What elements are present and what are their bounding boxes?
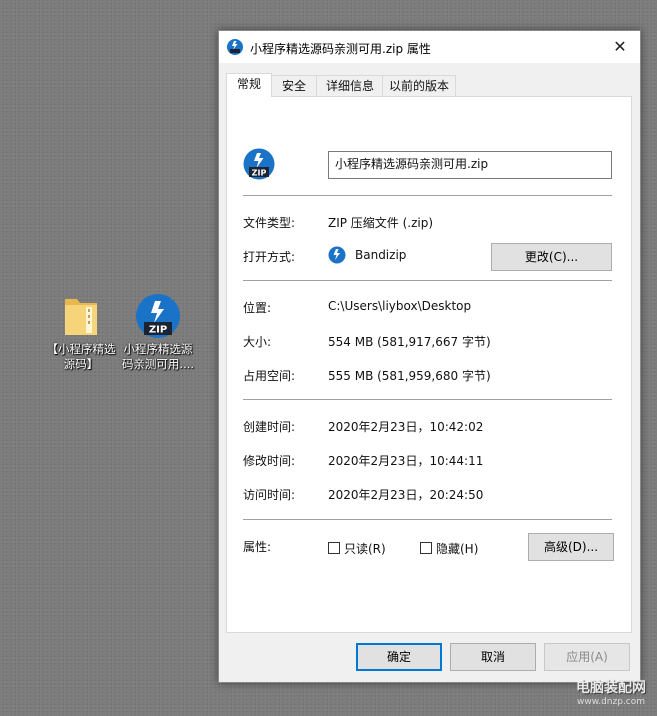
bandizip-app-icon — [328, 246, 346, 264]
desktop-zip-label: 小程序精选源码亲测可用.... — [121, 342, 195, 371]
folder-icon — [65, 299, 97, 335]
bandizip-title-icon — [227, 39, 243, 55]
filename-input[interactable]: 小程序精选源码亲测可用.zip — [328, 151, 612, 179]
cancel-button[interactable]: 取消 — [450, 643, 536, 671]
change-button[interactable]: 更改(C)... — [491, 243, 612, 271]
accessed-value: 2020年2月23日，20:24:50 — [328, 488, 484, 502]
bandizip-zip-icon: ZIP — [136, 294, 180, 338]
opens-with-value: Bandizip — [355, 248, 407, 262]
svg-text:ZIP: ZIP — [149, 325, 167, 336]
svg-text:ZIP: ZIP — [252, 169, 267, 178]
tab-security[interactable]: 安全 — [270, 75, 318, 96]
watermark: 电脑装配网 www.dnzp.com — [576, 677, 646, 707]
tab-previous-versions[interactable]: 以前的版本 — [382, 75, 456, 96]
size-value: 554 MB (581,917,667 字节) — [328, 335, 491, 349]
watermark-title: 电脑装配网 — [576, 680, 646, 696]
size-on-disk-label: 占用空间: — [243, 369, 296, 383]
hidden-label[interactable]: 隐藏(H) — [436, 540, 478, 557]
separator-2 — [243, 280, 612, 281]
size-label: 大小: — [243, 335, 272, 349]
desktop-zip-file-icon[interactable]: ZIP 小程序精选源码亲测可用.... — [120, 293, 196, 372]
opens-with-label: 打开方式: — [243, 250, 296, 264]
readonly-checkbox[interactable] — [328, 542, 340, 554]
tab-general[interactable]: 常规 — [226, 73, 272, 97]
separator-3 — [243, 399, 612, 400]
properties-dialog: 小程序精选源码亲测可用.zip 属性 ✕ 常规 安全 详细信息 以前的版本 ZI… — [218, 30, 641, 683]
separator-1 — [243, 195, 612, 196]
separator-4 — [243, 519, 612, 520]
modified-label: 修改时间: — [243, 454, 296, 468]
tab-details[interactable]: 详细信息 — [316, 75, 384, 96]
desktop-folder-icon[interactable]: 【小程序精选源码】 — [43, 293, 119, 372]
location-label: 位置: — [243, 301, 272, 315]
location-value: C:\Users\liybox\Desktop — [328, 299, 472, 313]
desktop-folder-label: 【小程序精选源码】 — [46, 342, 116, 371]
hidden-checkbox[interactable] — [420, 542, 432, 554]
title-bar[interactable]: 小程序精选源码亲测可用.zip 属性 ✕ — [219, 31, 640, 63]
file-type-label: 文件类型: — [243, 216, 296, 230]
size-on-disk-value: 555 MB (581,959,680 字节) — [328, 369, 491, 383]
attributes-label: 属性: — [243, 540, 272, 554]
readonly-label[interactable]: 只读(R) — [344, 540, 386, 557]
created-value: 2020年2月23日，10:42:02 — [328, 420, 484, 434]
dialog-title: 小程序精选源码亲测可用.zip 属性 — [250, 42, 431, 56]
modified-value: 2020年2月23日，10:44:11 — [328, 454, 484, 468]
watermark-url: www.dnzp.com — [576, 697, 646, 707]
apply-button[interactable]: 应用(A) — [544, 643, 630, 671]
accessed-label: 访问时间: — [243, 488, 296, 502]
ok-button[interactable]: 确定 — [356, 643, 442, 671]
zip-file-large-icon: ZIP — [243, 148, 275, 180]
general-tab-panel: ZIP 小程序精选源码亲测可用.zip 文件类型: ZIP 压缩文件 (.zip… — [226, 96, 632, 633]
file-type-value: ZIP 压缩文件 (.zip) — [328, 216, 434, 230]
advanced-button[interactable]: 高级(D)... — [528, 533, 614, 561]
close-icon[interactable]: ✕ — [600, 31, 640, 63]
created-label: 创建时间: — [243, 420, 296, 434]
